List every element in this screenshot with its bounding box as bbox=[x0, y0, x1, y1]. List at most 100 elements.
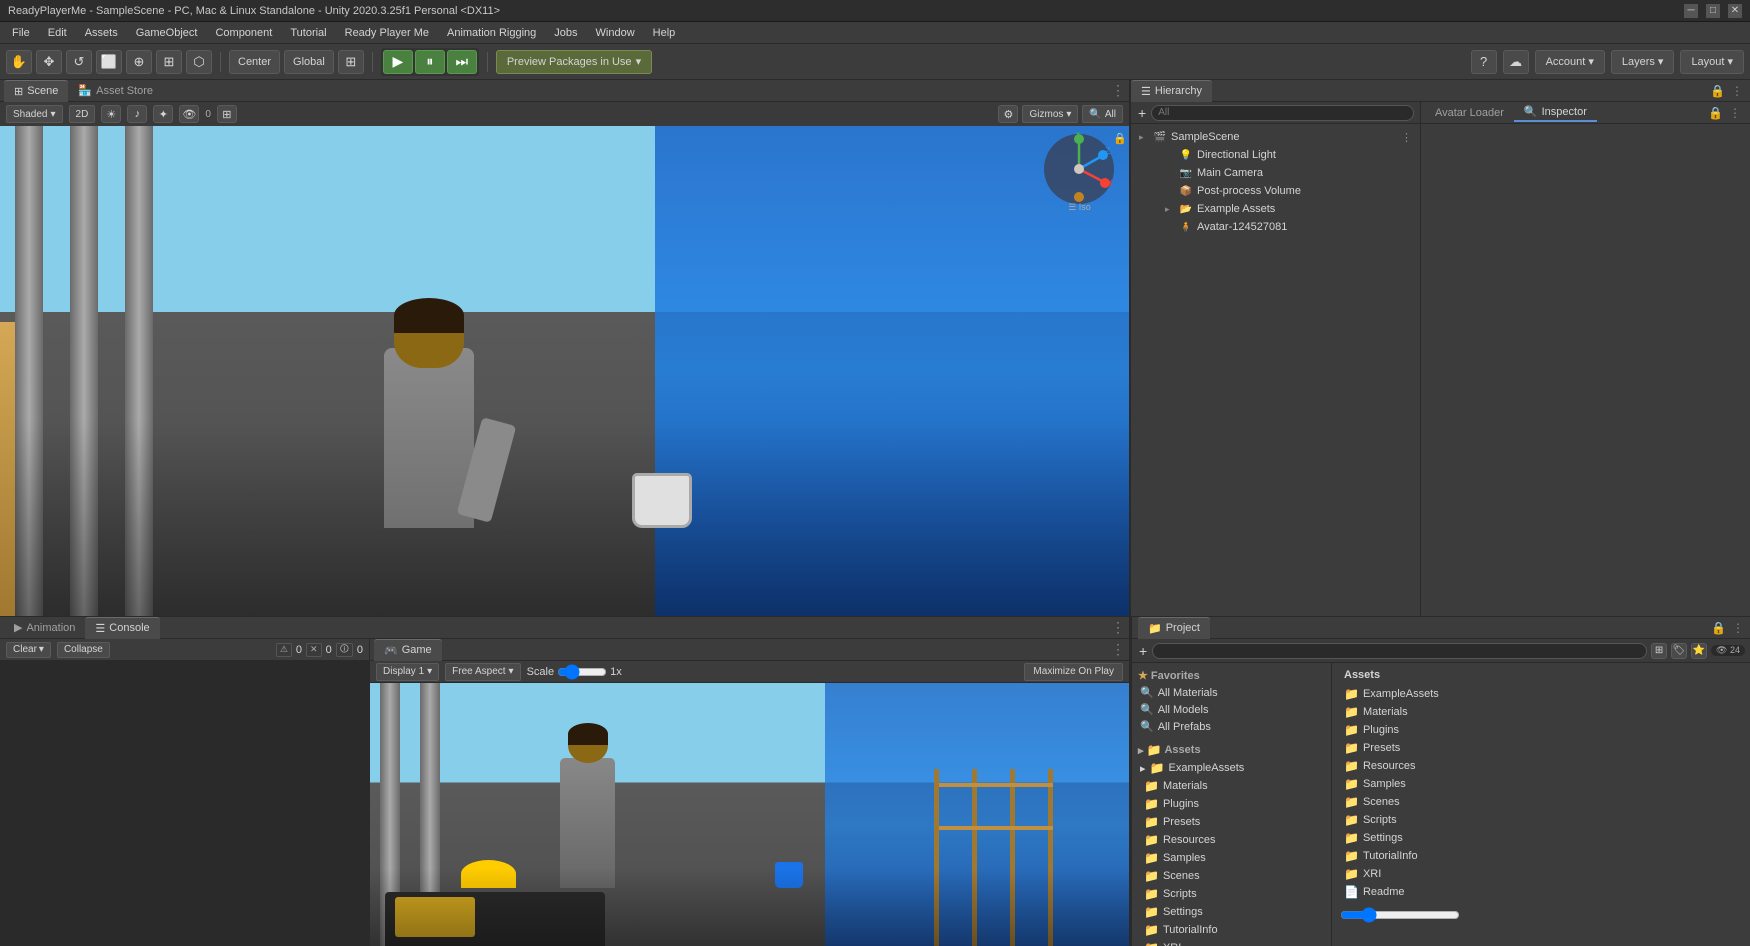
scene-gizmo[interactable]: Y X Z ☰ Iso bbox=[1042, 132, 1117, 207]
account-button[interactable]: Account ▾ bbox=[1535, 50, 1605, 74]
project-lock-button[interactable]: 🔒 bbox=[1710, 620, 1727, 636]
hierarchy-item-avatar[interactable]: 🧍 Avatar-124527081 bbox=[1131, 218, 1420, 236]
hand-tool-button[interactable]: ✋ bbox=[6, 50, 32, 74]
close-button[interactable]: ✕ bbox=[1728, 4, 1742, 18]
display-dropdown[interactable]: Display 1 ▾ bbox=[376, 663, 439, 681]
project-scenes[interactable]: 📁 Scenes bbox=[1132, 867, 1331, 885]
project-filter3-button[interactable]: ⭐ bbox=[1691, 643, 1707, 659]
grid-button[interactable]: ⊞ bbox=[338, 50, 364, 74]
menu-tutorial[interactable]: Tutorial bbox=[282, 25, 334, 41]
menu-assets[interactable]: Assets bbox=[77, 25, 126, 41]
menu-edit[interactable]: Edit bbox=[40, 25, 75, 41]
center-button[interactable]: Center bbox=[229, 50, 280, 74]
move-tool-button[interactable]: ✥ bbox=[36, 50, 62, 74]
right-readme[interactable]: 📄 Readme bbox=[1340, 883, 1743, 901]
right-materials[interactable]: 📁 Materials bbox=[1340, 703, 1743, 721]
cloud-button[interactable]: ☁ bbox=[1503, 50, 1529, 74]
hierarchy-item-example-assets[interactable]: ▸ 📂 Example Assets bbox=[1131, 200, 1420, 218]
pause-button[interactable]: ⏸ bbox=[415, 50, 445, 74]
inspector-more-button[interactable]: ⋮ bbox=[1728, 105, 1742, 121]
menu-file[interactable]: File bbox=[4, 25, 38, 41]
project-favorites-section[interactable]: ★ Favorites bbox=[1132, 667, 1331, 684]
project-resources[interactable]: 📁 Resources bbox=[1132, 831, 1331, 849]
tab-more-button[interactable]: ⋮ bbox=[1111, 82, 1125, 99]
layout-button[interactable]: Layout ▾ bbox=[1680, 50, 1744, 74]
tab-animation[interactable]: ▶ Animation bbox=[4, 617, 85, 639]
project-example-assets[interactable]: ▸ 📁 ExampleAssets bbox=[1132, 759, 1331, 777]
project-presets[interactable]: 📁 Presets bbox=[1132, 813, 1331, 831]
samplescene-more[interactable]: ⋮ bbox=[1401, 131, 1412, 144]
play-button[interactable]: ▶ bbox=[383, 50, 413, 74]
project-tutorial-info[interactable]: 📁 TutorialInfo bbox=[1132, 921, 1331, 939]
tab-avatar-loader[interactable]: Avatar Loader bbox=[1425, 105, 1514, 121]
right-resources[interactable]: 📁 Resources bbox=[1340, 757, 1743, 775]
right-tutorial-info[interactable]: 📁 TutorialInfo bbox=[1340, 847, 1743, 865]
project-xri[interactable]: 📁 XRI bbox=[1132, 939, 1331, 946]
clear-button[interactable]: Clear ▾ bbox=[6, 642, 51, 658]
minimize-button[interactable]: ─ bbox=[1684, 4, 1698, 18]
gizmos-dropdown[interactable]: Gizmos ▾ bbox=[1022, 105, 1078, 123]
menu-window[interactable]: Window bbox=[588, 25, 643, 41]
effects-button[interactable]: ✦ bbox=[153, 105, 173, 123]
menu-readyplayerme[interactable]: Ready Player Me bbox=[337, 25, 437, 41]
visibility-button[interactable]: 👁 bbox=[179, 105, 199, 123]
hierarchy-search-input[interactable] bbox=[1158, 107, 1407, 118]
project-more-button[interactable]: ⋮ bbox=[1731, 620, 1745, 636]
menu-gameobject[interactable]: GameObject bbox=[128, 25, 206, 41]
collapse-button[interactable]: Collapse bbox=[57, 642, 110, 658]
rect-tool-button[interactable]: ⊕ bbox=[126, 50, 152, 74]
add-gameobject-button[interactable]: + bbox=[1137, 104, 1147, 122]
menu-jobs[interactable]: Jobs bbox=[546, 25, 585, 41]
layers-button[interactable]: Layers ▾ bbox=[1611, 50, 1675, 74]
bottom-tab-more[interactable]: ⋮ bbox=[1111, 619, 1125, 636]
custom-tool-button[interactable]: ⬡ bbox=[186, 50, 212, 74]
tab-asset-store[interactable]: 🏪 Asset Store bbox=[68, 80, 163, 102]
project-all-prefabs[interactable]: 🔍 All Prefabs bbox=[1132, 718, 1331, 735]
project-settings[interactable]: 📁 Settings bbox=[1132, 903, 1331, 921]
search-dropdown[interactable]: 🔍 All bbox=[1082, 105, 1123, 123]
project-filter2-button[interactable]: 🏷 bbox=[1671, 643, 1687, 659]
project-all-materials[interactable]: 🔍 All Materials bbox=[1132, 684, 1331, 701]
project-plugins[interactable]: 📁 Plugins bbox=[1132, 795, 1331, 813]
project-scroll-slider[interactable] bbox=[1340, 911, 1460, 919]
scene-lock-icon[interactable]: 🔒 bbox=[1113, 132, 1127, 145]
scale-tool-button[interactable]: ⬜ bbox=[96, 50, 122, 74]
tab-project[interactable]: 📁 Project bbox=[1138, 617, 1210, 639]
rotate-tool-button[interactable]: ↺ bbox=[66, 50, 92, 74]
hierarchy-item-postprocess[interactable]: 📦 Post-process Volume bbox=[1131, 182, 1420, 200]
light-button[interactable]: ☀ bbox=[101, 105, 121, 123]
maximize-play-button[interactable]: Maximize On Play bbox=[1024, 663, 1123, 681]
grid-view-button[interactable]: ⊞ bbox=[217, 105, 237, 123]
aspect-dropdown[interactable]: Free Aspect ▾ bbox=[445, 663, 520, 681]
project-samples[interactable]: 📁 Samples bbox=[1132, 849, 1331, 867]
tab-game[interactable]: 🎮 Game bbox=[374, 639, 442, 661]
project-filter1-button[interactable]: ⊞ bbox=[1651, 643, 1667, 659]
tab-scene[interactable]: ⊞ Scene bbox=[4, 80, 68, 102]
hierarchy-lock-button[interactable]: 🔒 bbox=[1709, 83, 1726, 99]
add-asset-button[interactable]: + bbox=[1138, 642, 1148, 660]
hierarchy-item-samplescene[interactable]: ▸ 🎬 SampleScene ⋮ bbox=[1131, 128, 1420, 146]
right-scripts[interactable]: 📁 Scripts bbox=[1340, 811, 1743, 829]
tab-inspector[interactable]: 🔍 Inspector bbox=[1514, 103, 1597, 122]
preview-packages-button[interactable]: Preview Packages in Use ▾ bbox=[496, 50, 652, 74]
hierarchy-more-button[interactable]: ⋮ bbox=[1730, 83, 1744, 99]
menu-component[interactable]: Component bbox=[207, 25, 280, 41]
step-button[interactable]: ⏭ bbox=[447, 50, 477, 74]
project-scripts[interactable]: 📁 Scripts bbox=[1132, 885, 1331, 903]
project-all-models[interactable]: 🔍 All Models bbox=[1132, 701, 1331, 718]
inspector-lock-button[interactable]: 🔒 bbox=[1707, 105, 1724, 121]
tab-console[interactable]: ☰ Console bbox=[85, 617, 159, 639]
transform-tool-button[interactable]: ⊞ bbox=[156, 50, 182, 74]
audio-button[interactable]: ♪ bbox=[127, 105, 147, 123]
project-materials[interactable]: 📁 Materials bbox=[1132, 777, 1331, 795]
right-samples[interactable]: 📁 Samples bbox=[1340, 775, 1743, 793]
hierarchy-item-main-camera[interactable]: 📷 Main Camera bbox=[1131, 164, 1420, 182]
maximize-button[interactable]: □ bbox=[1706, 4, 1720, 18]
menu-animation-rigging[interactable]: Animation Rigging bbox=[439, 25, 544, 41]
right-scenes[interactable]: 📁 Scenes bbox=[1340, 793, 1743, 811]
shading-dropdown[interactable]: Shaded ▾ bbox=[6, 105, 63, 123]
project-scrollbar[interactable] bbox=[1340, 909, 1743, 921]
right-presets[interactable]: 📁 Presets bbox=[1340, 739, 1743, 757]
global-button[interactable]: Global bbox=[284, 50, 334, 74]
scale-slider[interactable] bbox=[557, 667, 607, 677]
